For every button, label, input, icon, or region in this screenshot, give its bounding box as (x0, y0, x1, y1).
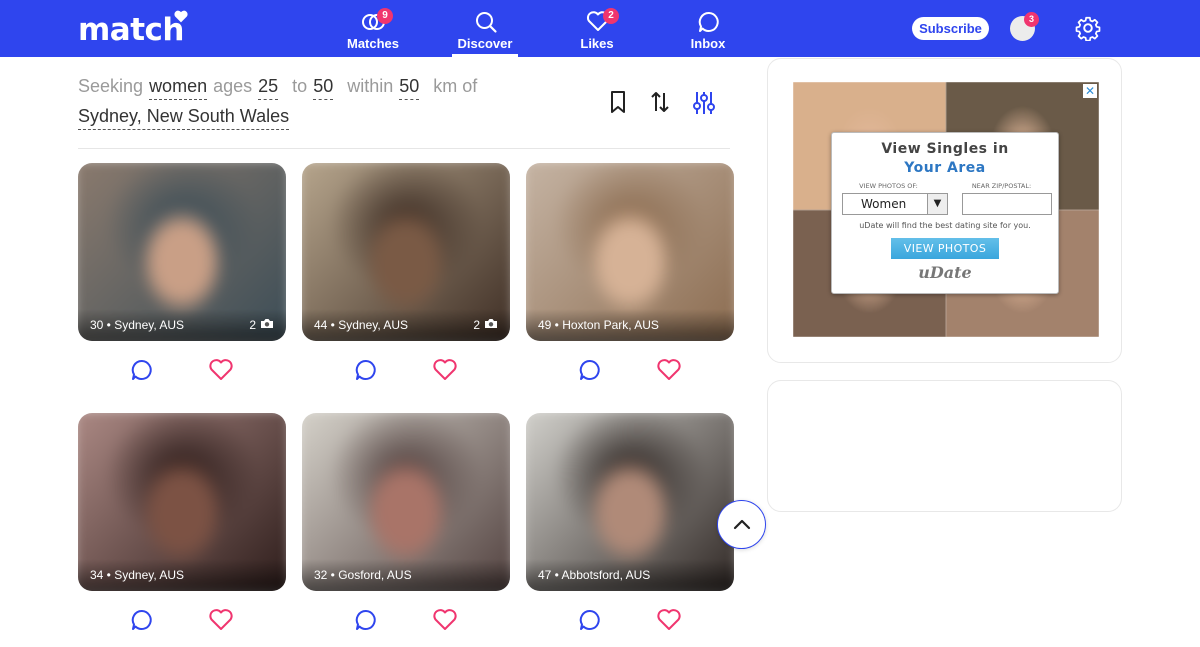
empty-side-panel (767, 380, 1122, 512)
profile-actions (302, 358, 510, 388)
profile-caption: 30 • Sydney, AUS (90, 318, 185, 332)
nav-label: Discover (457, 36, 513, 51)
scroll-to-top-button[interactable] (717, 500, 766, 549)
nav-discover[interactable]: Discover (440, 6, 530, 51)
like-heart-icon[interactable] (432, 608, 458, 637)
heart-logo-icon (174, 10, 188, 23)
camera-icon (484, 318, 498, 332)
profile-meta: 30 • Sydney, AUS 2 (78, 309, 286, 341)
advertisement[interactable]: ✕ View Singles in Your Area VIEW PHOTOS … (793, 82, 1099, 337)
chat-bubble-icon (698, 11, 719, 32)
profile-card[interactable]: 47 • Abbotsford, AUS (526, 413, 734, 591)
like-heart-icon[interactable] (656, 608, 682, 637)
profile-meta: 49 • Hoxton Park, AUS (526, 309, 734, 341)
age-min-filter[interactable]: 25 (258, 76, 279, 100)
match-logo[interactable]: match (78, 10, 188, 48)
chevron-down-icon: ▼ (927, 194, 947, 214)
camera-icon (260, 318, 274, 332)
matches-badge: 9 (377, 8, 393, 24)
message-icon[interactable] (130, 358, 154, 387)
seeking-label: Seeking (78, 76, 144, 96)
profile-caption: 44 • Sydney, AUS (314, 318, 409, 332)
profile-card[interactable]: 34 • Sydney, AUS (78, 413, 286, 591)
profile-caption: 47 • Abbotsford, AUS (538, 568, 651, 582)
profile-actions (302, 608, 510, 638)
nav-label: Inbox (690, 36, 726, 51)
ad-dialog: View Singles in Your Area VIEW PHOTOS OF… (831, 132, 1059, 294)
notification-badge: 3 (1024, 12, 1039, 27)
ad-title: View Singles in (881, 141, 1009, 157)
ad-label-photos: VIEW PHOTOS OF: (859, 182, 918, 190)
like-heart-icon[interactable] (208, 608, 234, 637)
profile-meta: 32 • Gosford, AUS (302, 559, 510, 591)
profile-card[interactable]: 49 • Hoxton Park, AUS (526, 163, 734, 341)
profile-actions (78, 608, 286, 638)
bookmark-icon[interactable] (608, 90, 628, 121)
photo-count-value: 2 (249, 318, 256, 332)
profile-actions (78, 358, 286, 388)
profile-caption: 49 • Hoxton Park, AUS (538, 318, 659, 332)
profile-actions (526, 608, 734, 638)
photo-count: 2 (473, 318, 498, 332)
profile-caption: 32 • Gosford, AUS (314, 568, 412, 582)
ad-close-icon[interactable]: ✕ (1083, 84, 1097, 98)
ad-label-zip: NEAR ZIP/POSTAL: (971, 182, 1032, 190)
search-icon (476, 12, 497, 33)
distance-filter[interactable]: 50 (399, 76, 420, 100)
filters-divider (78, 148, 730, 149)
active-tab-indicator (452, 54, 518, 57)
nav-label: Matches (346, 36, 400, 51)
top-navigation-bar: match 9 Matches Discover 2 Likes Inbox S… (0, 0, 1200, 57)
message-icon[interactable] (578, 608, 602, 637)
ad-view-photos-button[interactable]: VIEW PHOTOS (891, 238, 999, 259)
ad-subtitle: Your Area (904, 160, 986, 176)
chevron-up-icon (733, 519, 751, 530)
search-filters: Seeking women ages 25 to 50 within 50 km… (78, 76, 738, 136)
likes-badge: 2 (603, 8, 619, 24)
ages-label: ages (213, 76, 253, 96)
message-icon[interactable] (578, 358, 602, 387)
gear-icon[interactable] (1075, 15, 1101, 46)
like-heart-icon[interactable] (432, 358, 458, 387)
ad-zip-input[interactable] (962, 193, 1052, 215)
profile-actions (526, 358, 734, 388)
within-label: within (347, 76, 394, 96)
message-icon[interactable] (354, 608, 378, 637)
profile-card[interactable]: 32 • Gosford, AUS (302, 413, 510, 591)
nav-likes[interactable]: 2 Likes (552, 6, 642, 51)
profile-meta: 47 • Abbotsford, AUS (526, 559, 734, 591)
age-max-filter[interactable]: 50 (313, 76, 334, 100)
nav-inbox[interactable]: Inbox (663, 6, 753, 51)
profile-card[interactable]: 30 • Sydney, AUS 2 (78, 163, 286, 341)
like-heart-icon[interactable] (208, 358, 234, 387)
photo-count-value: 2 (473, 318, 480, 332)
gender-filter[interactable]: women (149, 76, 208, 100)
subscribe-button[interactable]: Subscribe (912, 17, 989, 40)
profile-card[interactable]: 44 • Sydney, AUS 2 (302, 163, 510, 341)
profile-meta: 34 • Sydney, AUS (78, 559, 286, 591)
ad-tagline: uDate will find the best dating site for… (859, 221, 1031, 230)
filter-actions (608, 90, 716, 121)
profile-meta: 44 • Sydney, AUS 2 (302, 309, 510, 341)
ad-gender-select[interactable]: Women ▼ (842, 193, 948, 215)
unit-label: km of (433, 76, 478, 96)
profile-caption: 34 • Sydney, AUS (90, 568, 185, 582)
logo-text: match (78, 12, 185, 48)
message-icon[interactable] (130, 608, 154, 637)
location-filter[interactable]: Sydney, New South Wales (78, 106, 290, 130)
nav-matches[interactable]: 9 Matches (328, 6, 418, 51)
filter-sliders-icon[interactable] (692, 90, 716, 121)
ad-select-value: Women (861, 197, 907, 211)
nav-label: Likes (580, 36, 614, 51)
photo-count: 2 (249, 318, 274, 332)
message-icon[interactable] (354, 358, 378, 387)
to-label: to (292, 76, 308, 96)
ad-brand-logo: uDate (918, 263, 972, 282)
sort-icon[interactable] (650, 90, 670, 121)
like-heart-icon[interactable] (656, 358, 682, 387)
